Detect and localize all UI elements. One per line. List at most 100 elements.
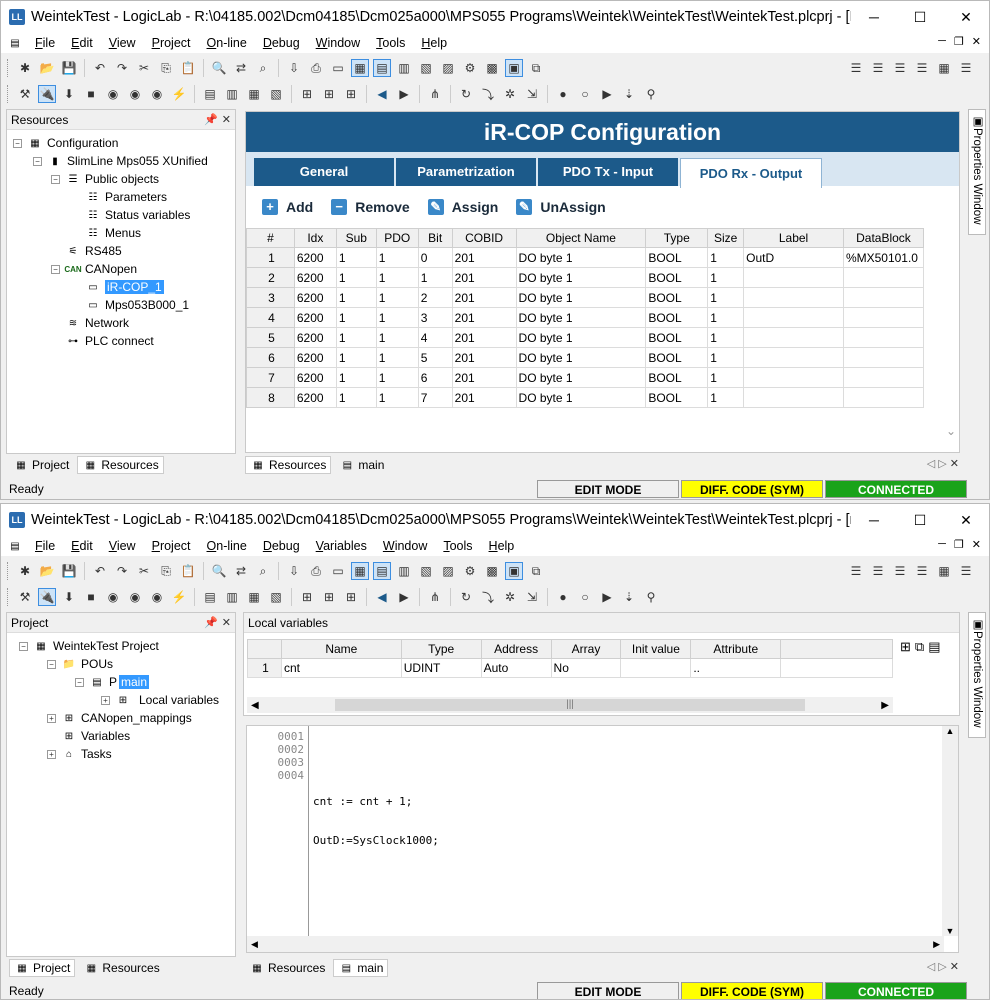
table-cell[interactable] bbox=[842, 347, 925, 368]
menu-tools[interactable]: Tools bbox=[435, 539, 480, 553]
tree-node-main[interactable]: − ▤ P main bbox=[7, 673, 235, 691]
tree-node-configuration[interactable]: − ▦ Configuration bbox=[7, 134, 235, 152]
layout-1-icon[interactable]: ☰ bbox=[847, 59, 865, 77]
table-cell[interactable] bbox=[743, 327, 844, 348]
col-header[interactable]: DataBlock bbox=[842, 228, 925, 248]
find-in-files-icon[interactable]: ⌕ bbox=[254, 562, 272, 580]
tab-right-icon[interactable]: ▷ bbox=[938, 961, 946, 973]
menu-online[interactable]: On-line bbox=[199, 539, 255, 553]
tree-icon[interactable]: ⋔ bbox=[426, 85, 444, 103]
tree-node-menus[interactable]: ☷ Menus bbox=[7, 224, 235, 242]
find-icon[interactable]: 🔍 bbox=[210, 562, 228, 580]
table-cell[interactable]: 1 bbox=[375, 247, 419, 268]
table-cell[interactable]: 3 bbox=[417, 307, 453, 328]
mdi-restore-icon[interactable]: ❐ bbox=[954, 538, 964, 551]
tab-right-icon[interactable]: ▷ bbox=[938, 458, 946, 470]
bug-icon[interactable]: ✲ bbox=[501, 588, 519, 606]
layout-4-icon[interactable]: ☰ bbox=[913, 59, 931, 77]
forward-icon[interactable]: ▶ bbox=[395, 588, 413, 606]
layout-3-icon[interactable]: ☰ bbox=[891, 562, 909, 580]
find-icon[interactable]: 🔍 bbox=[210, 59, 228, 77]
step-icon[interactable]: ↻ bbox=[457, 85, 475, 103]
table-cell[interactable]: BOOL bbox=[645, 287, 709, 308]
table-cell[interactable] bbox=[842, 267, 925, 288]
grid-icon[interactable]: ▦ bbox=[935, 562, 953, 580]
view-workspace-icon[interactable]: ▦ bbox=[351, 59, 369, 77]
menu-help[interactable]: Help bbox=[481, 539, 523, 553]
stop-icon[interactable]: ■ bbox=[82, 85, 100, 103]
col-header[interactable]: COBID bbox=[451, 228, 517, 248]
table-cell[interactable]: 1 bbox=[335, 267, 377, 288]
table-cell[interactable]: 6200 bbox=[293, 287, 337, 308]
view-debug-icon[interactable]: ⚙ bbox=[461, 59, 479, 77]
table-cell[interactable]: BOOL bbox=[645, 387, 709, 408]
replace-icon[interactable]: ⇄ bbox=[232, 59, 250, 77]
forward-icon[interactable]: ▶ bbox=[395, 85, 413, 103]
redo-icon[interactable]: ↷ bbox=[113, 562, 131, 580]
tree-node-public-objects[interactable]: − ☰ Public objects bbox=[7, 170, 235, 188]
mdi-close-icon[interactable]: ✕ bbox=[972, 35, 981, 48]
table-cell[interactable] bbox=[842, 287, 925, 308]
table-cell[interactable]: 6200 bbox=[293, 347, 337, 368]
download-icon[interactable]: ⬇ bbox=[60, 85, 78, 103]
table-cell[interactable]: 6200 bbox=[293, 327, 337, 348]
table-cell[interactable]: OutD bbox=[743, 247, 844, 268]
properties-window-tab[interactable]: ▣ Properties Window bbox=[968, 109, 986, 235]
view-workspace-icon[interactable]: ▦ bbox=[351, 562, 369, 580]
bug-icon[interactable]: ✲ bbox=[501, 85, 519, 103]
print-preview-icon[interactable]: ▭ bbox=[329, 562, 347, 580]
hot-restart-icon[interactable]: ◉ bbox=[148, 588, 166, 606]
col-header[interactable]: Object Name bbox=[515, 228, 647, 248]
assign-button[interactable]: ✎ Assign bbox=[427, 199, 498, 215]
cut-icon[interactable]: ✂ bbox=[135, 59, 153, 77]
collapse-icon[interactable]: − bbox=[51, 174, 60, 184]
table-cell[interactable] bbox=[842, 327, 925, 348]
menu-window[interactable]: Window bbox=[375, 539, 435, 553]
table-cell[interactable]: 201 bbox=[451, 327, 517, 348]
layout-5-icon[interactable]: ☰ bbox=[957, 562, 975, 580]
table-cell[interactable]: %MX50101.0 bbox=[842, 247, 925, 268]
table-cell[interactable]: 1 bbox=[707, 247, 745, 268]
table-cell[interactable]: 5 bbox=[417, 347, 453, 368]
table-cell[interactable]: 6 bbox=[417, 367, 453, 388]
print-icon[interactable]: ⎙ bbox=[307, 562, 325, 580]
grid-2-icon[interactable]: ⊞ bbox=[320, 85, 338, 103]
table-row[interactable]: 7 6200 1 1 6 201 DO byte 1 BOOL 1 bbox=[246, 367, 925, 388]
new-icon[interactable]: ✱ bbox=[16, 562, 34, 580]
tab-general[interactable]: General bbox=[254, 158, 394, 186]
menu-edit[interactable]: Edit bbox=[63, 539, 101, 553]
table-cell[interactable]: DO byte 1 bbox=[515, 367, 647, 388]
close-panel-icon[interactable]: ✕ bbox=[222, 113, 231, 126]
structured-view-icon[interactable]: ⧉ bbox=[915, 639, 924, 655]
table-row[interactable]: 8 6200 1 1 7 201 DO byte 1 BOOL 1 bbox=[246, 387, 925, 408]
code-text[interactable]: cnt := cnt + 1; OutD:=SysClock1000; bbox=[313, 730, 439, 912]
col-header[interactable]: Type bbox=[400, 639, 482, 659]
table-cell[interactable]: 1 bbox=[707, 307, 745, 328]
tree-node-network[interactable]: ≋ Network bbox=[7, 314, 235, 332]
table-cell[interactable]: 1 bbox=[335, 367, 377, 388]
step-out-icon[interactable]: ⇲ bbox=[523, 588, 541, 606]
toolbar-grip[interactable] bbox=[7, 85, 10, 103]
step-into-icon[interactable]: ⤵ bbox=[479, 588, 497, 606]
col-header[interactable]: Sub bbox=[335, 228, 377, 248]
col-header[interactable]: Init value bbox=[620, 639, 692, 659]
table-cell[interactable] bbox=[743, 387, 844, 408]
tree-node-canopen[interactable]: − CAN CANopen bbox=[7, 260, 235, 278]
view-library-icon[interactable]: ▤ bbox=[373, 59, 391, 77]
view-find-icon[interactable]: ▩ bbox=[483, 562, 501, 580]
step-into-icon[interactable]: ⤵ bbox=[479, 85, 497, 103]
collapse-icon[interactable]: − bbox=[19, 641, 28, 651]
menu-debug[interactable]: Debug bbox=[255, 36, 308, 50]
view-output-icon[interactable]: ▥ bbox=[395, 562, 413, 580]
undo-icon[interactable]: ↶ bbox=[91, 59, 109, 77]
tab-pdo-tx-input[interactable]: PDO Tx - Input bbox=[538, 158, 678, 186]
fullscreen-icon[interactable]: ⧉ bbox=[527, 562, 545, 580]
table-cell[interactable]: 1 bbox=[335, 247, 377, 268]
compile-icon[interactable]: ⇩ bbox=[285, 59, 303, 77]
lightning-icon[interactable]: ⚡ bbox=[170, 85, 188, 103]
paste-icon[interactable]: 📋 bbox=[179, 59, 197, 77]
table-cell[interactable]: 6200 bbox=[293, 367, 337, 388]
breakpoint-off-icon[interactable]: ○ bbox=[576, 588, 594, 606]
mdi-close-icon[interactable]: ✕ bbox=[972, 538, 981, 551]
collapse-icon[interactable]: − bbox=[47, 659, 56, 669]
